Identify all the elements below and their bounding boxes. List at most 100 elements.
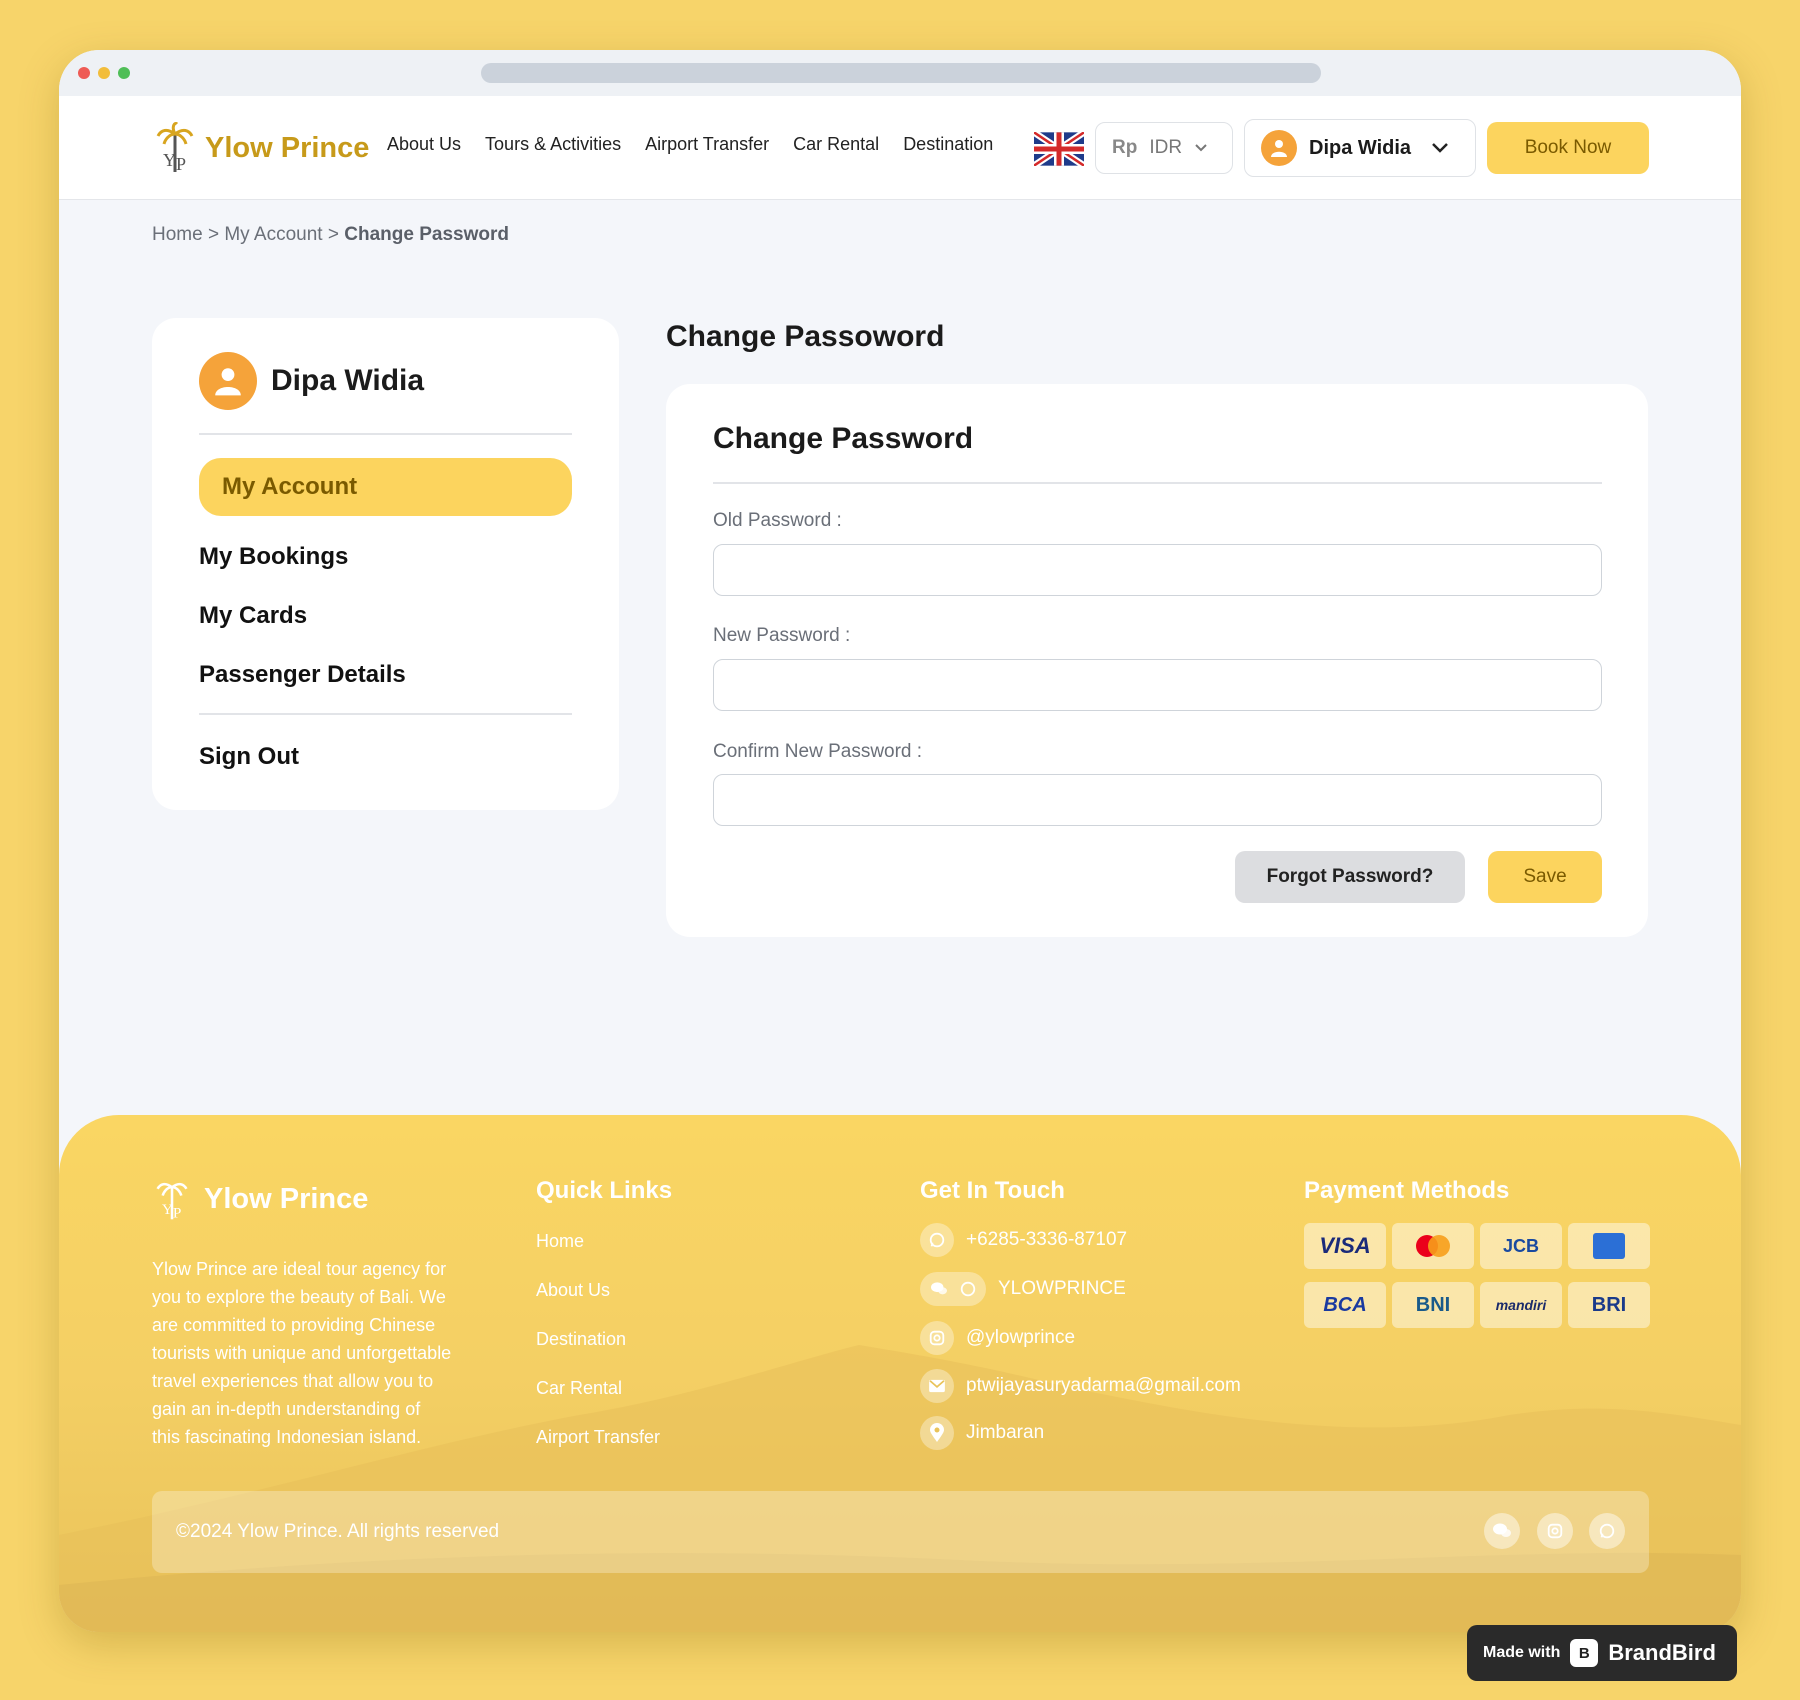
footer-link-home[interactable]: Home	[536, 1231, 584, 1252]
contact-location-text: Jimbaran	[966, 1422, 1045, 1443]
bni-logo: BNI	[1392, 1282, 1474, 1328]
save-button[interactable]: Save	[1488, 851, 1602, 903]
bri-logo: BRI	[1568, 1282, 1650, 1328]
divider	[199, 713, 572, 715]
sidebar-item-my-bookings[interactable]: My Bookings	[199, 543, 348, 571]
quick-links-heading: Quick Links	[536, 1177, 673, 1204]
avatar-icon	[1261, 130, 1297, 166]
uk-flag-icon[interactable]	[1034, 132, 1084, 166]
new-password-label: New Password :	[713, 625, 851, 646]
brand-name: Ylow Prince	[205, 131, 370, 164]
chevron-down-icon	[1432, 143, 1448, 153]
email-icon	[920, 1369, 954, 1403]
user-menu-button[interactable]: Dipa Widia	[1244, 119, 1476, 177]
copyright-bar: ©2024 Ylow Prince. All rights reserved	[152, 1491, 1649, 1573]
sign-out-link[interactable]: Sign Out	[199, 743, 299, 771]
sidebar-user-name: Dipa Widia	[271, 364, 425, 397]
amex-logo	[1568, 1223, 1650, 1269]
contact-location[interactable]: Jimbaran	[920, 1416, 1044, 1450]
palm-logo-icon: Y P	[156, 1182, 188, 1221]
whatsapp-icon[interactable]	[1589, 1513, 1625, 1549]
breadcrumb-separator: >	[327, 224, 339, 245]
breadcrumb-account[interactable]: My Account	[224, 224, 322, 245]
contact-instagram[interactable]: @ylowprince	[920, 1321, 1075, 1355]
footer-logo[interactable]: Y P Ylow Prince	[152, 1177, 368, 1221]
payment-methods-heading: Payment Methods	[1304, 1177, 1510, 1204]
divider	[713, 482, 1602, 484]
badge-brand: BrandBird	[1608, 1640, 1716, 1665]
change-password-card: Change Password Old Password : New Passw…	[666, 384, 1648, 937]
top-navbar: Y P Ylow Prince About Us Tours & Activit…	[59, 96, 1741, 200]
new-password-field[interactable]	[713, 659, 1602, 711]
get-in-touch-heading: Get In Touch	[920, 1177, 1065, 1204]
breadcrumb: Home > My Account > Change Password	[152, 224, 509, 246]
footer-brand-name: Ylow Prince	[204, 1182, 369, 1215]
contact-instagram-text: @ylowprince	[966, 1327, 1076, 1348]
svg-text:P: P	[176, 154, 186, 174]
currency-symbol: Rp	[1112, 137, 1138, 158]
location-icon	[920, 1416, 954, 1450]
sidebar-user: Dipa Widia	[199, 352, 424, 410]
mastercard-logo	[1392, 1223, 1474, 1269]
whatsapp-icon	[920, 1223, 954, 1257]
badge-made-with: Made with	[1483, 1644, 1561, 1661]
contact-email-text: ptwijayasuryadarma@gmail.com	[966, 1375, 1241, 1396]
instagram-icon[interactable]	[1537, 1513, 1573, 1549]
sidebar-item-my-account[interactable]: My Account	[199, 458, 572, 516]
old-password-field[interactable]	[713, 544, 1602, 596]
brand-logo[interactable]: Y P Ylow Prince	[155, 122, 369, 174]
wechat-whatsapp-icon	[920, 1272, 986, 1306]
contact-phone[interactable]: +6285-3336-87107	[920, 1223, 1127, 1257]
address-bar[interactable]	[481, 63, 1321, 83]
browser-window: Y P Ylow Prince About Us Tours & Activit…	[59, 50, 1741, 1632]
browser-chrome	[59, 50, 1741, 96]
contact-email[interactable]: ptwijayasuryadarma@gmail.com	[920, 1369, 1241, 1403]
user-name: Dipa Widia	[1309, 136, 1412, 159]
copyright-text: ©2024 Ylow Prince. All rights reserved	[176, 1521, 500, 1542]
contact-wechat[interactable]: YLOWPRINCE	[920, 1272, 1126, 1306]
footer-description: Ylow Prince are ideal tour agency for yo…	[152, 1259, 452, 1447]
breadcrumb-separator: >	[207, 224, 220, 245]
svg-text:Y: Y	[162, 1201, 173, 1218]
card-title: Change Password	[713, 422, 974, 455]
maximize-dot[interactable]	[118, 67, 130, 79]
nav-about-us[interactable]: About Us	[387, 134, 461, 155]
page-title: Change Passoword	[666, 320, 945, 353]
footer-link-destination[interactable]: Destination	[536, 1329, 626, 1350]
main-nav: About Us Tours & Activities Airport Tran…	[387, 134, 993, 155]
breadcrumb-home[interactable]: Home	[152, 224, 203, 245]
mandiri-logo: mandiri	[1480, 1282, 1562, 1328]
nav-destination[interactable]: Destination	[903, 134, 993, 155]
contact-wechat-text: YLOWPRINCE	[998, 1278, 1126, 1299]
confirm-password-label: Confirm New Password :	[713, 741, 923, 762]
currency-selector[interactable]: Rp IDR	[1095, 122, 1233, 174]
chevron-down-icon	[1195, 144, 1207, 152]
forgot-password-button[interactable]: Forgot Password?	[1235, 851, 1465, 903]
made-with-badge[interactable]: Made with B BrandBird	[1467, 1625, 1737, 1681]
bca-logo: BCA	[1304, 1282, 1386, 1328]
svg-text:P: P	[173, 1205, 181, 1221]
footer: Y P Ylow Prince Ylow Prince are ideal to…	[59, 1115, 1741, 1632]
wechat-icon[interactable]	[1484, 1513, 1520, 1549]
footer-link-airport-transfer[interactable]: Airport Transfer	[536, 1427, 660, 1448]
confirm-password-field[interactable]	[713, 774, 1602, 826]
instagram-icon	[920, 1321, 954, 1355]
nav-car-rental[interactable]: Car Rental	[793, 134, 879, 155]
jcb-logo: JCB	[1480, 1223, 1562, 1269]
sidebar-item-passenger-details[interactable]: Passenger Details	[199, 661, 406, 689]
divider	[199, 433, 572, 435]
close-dot[interactable]	[78, 67, 90, 79]
contact-phone-text: +6285-3336-87107	[966, 1229, 1128, 1250]
minimize-dot[interactable]	[98, 67, 110, 79]
sidebar-item-my-cards[interactable]: My Cards	[199, 602, 307, 630]
svg-text:Y: Y	[163, 150, 176, 170]
breadcrumb-current: Change Password	[344, 224, 509, 245]
footer-link-car-rental[interactable]: Car Rental	[536, 1378, 622, 1399]
footer-link-about-us[interactable]: About Us	[536, 1280, 610, 1301]
account-sidebar: Dipa Widia My Account My Bookings My Car…	[152, 318, 619, 810]
book-now-button[interactable]: Book Now	[1487, 122, 1649, 174]
currency-code: IDR	[1149, 137, 1183, 158]
brandbird-icon: B	[1570, 1639, 1599, 1667]
nav-tours-activities[interactable]: Tours & Activities	[485, 134, 621, 155]
nav-airport-transfer[interactable]: Airport Transfer	[645, 134, 769, 155]
